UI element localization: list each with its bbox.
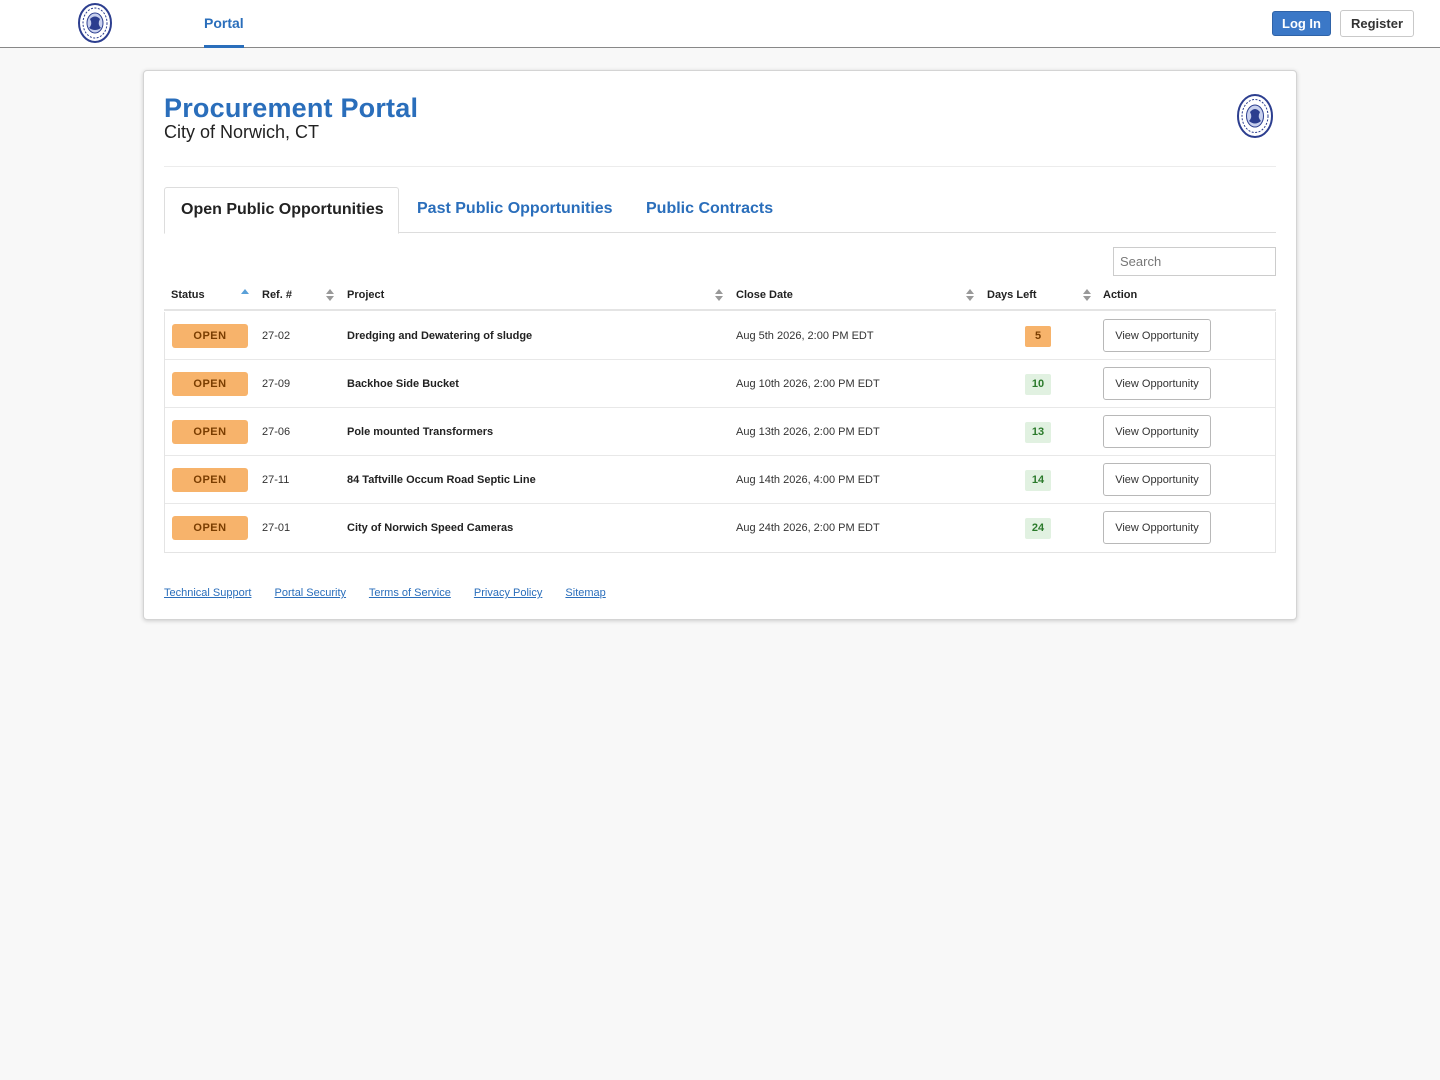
tab-open-opportunities[interactable]: Open Public Opportunities	[164, 187, 399, 234]
status-badge: OPEN	[172, 468, 248, 492]
close-date-cell: Aug 13th 2026, 2:00 PM EDT	[736, 426, 880, 438]
ref-cell: 27-09	[262, 378, 291, 390]
view-opportunity-button[interactable]: View Opportunity	[1103, 463, 1211, 496]
view-opportunity-button[interactable]: View Opportunity	[1103, 319, 1211, 352]
project-cell: Pole mounted Transformers	[347, 426, 494, 438]
view-opportunity-button[interactable]: View Opportunity	[1103, 415, 1211, 448]
tab-past-opportunities[interactable]: Past Public Opportunities	[417, 187, 613, 233]
close-date-cell: Aug 14th 2026, 4:00 PM EDT	[736, 474, 880, 486]
sort-icon[interactable]	[1083, 289, 1091, 303]
table-row: OPEN 27-02 Dredging and Dewatering of sl…	[165, 312, 1275, 360]
footer-link-terms-of-service[interactable]: Terms of Service	[369, 587, 451, 599]
days-left-badge: 5	[1025, 326, 1051, 347]
sort-icon[interactable]	[966, 289, 974, 303]
status-badge: OPEN	[172, 324, 248, 348]
footer-link-privacy-policy[interactable]: Privacy Policy	[474, 587, 542, 599]
header-divider	[164, 166, 1276, 167]
opportunities-table: OPEN 27-02 Dredging and Dewatering of sl…	[164, 312, 1276, 553]
table-header: Status Ref. # Project Close Date Days Le…	[164, 281, 1276, 311]
column-header-close-date[interactable]: Close Date	[736, 281, 793, 311]
tab-bar: Open Public Opportunities Past Public Op…	[164, 187, 1276, 234]
page-title: Procurement Portal	[164, 93, 419, 123]
sort-icon[interactable]	[326, 289, 334, 303]
sort-icon[interactable]	[715, 289, 723, 303]
days-left-badge: 14	[1025, 470, 1051, 491]
days-left-badge: 10	[1025, 374, 1051, 395]
days-left-badge: 13	[1025, 422, 1051, 443]
column-header-ref[interactable]: Ref. #	[262, 281, 292, 311]
project-cell: Dredging and Dewatering of sludge	[347, 330, 533, 342]
column-header-days-left[interactable]: Days Left	[987, 281, 1037, 311]
ref-cell: 27-01	[262, 522, 291, 534]
table-row: OPEN 27-09 Backhoe Side Bucket Aug 10th …	[165, 360, 1275, 408]
column-header-project[interactable]: Project	[347, 281, 384, 311]
sort-ascending-icon[interactable]	[241, 289, 249, 303]
search-input[interactable]	[1113, 247, 1276, 276]
days-left-badge: 24	[1025, 518, 1051, 539]
ref-cell: 27-11	[262, 474, 290, 486]
footer-link-portal-security[interactable]: Portal Security	[275, 587, 347, 599]
tab-public-contracts[interactable]: Public Contracts	[646, 187, 773, 233]
view-opportunity-button[interactable]: View Opportunity	[1103, 367, 1211, 400]
close-date-cell: Aug 24th 2026, 2:00 PM EDT	[736, 522, 880, 534]
ref-cell: 27-06	[262, 426, 291, 438]
nav-portal-link[interactable]: Portal	[204, 0, 244, 48]
main-card: Procurement Portal City of Norwich, CT O…	[143, 70, 1297, 620]
close-date-cell: Aug 5th 2026, 2:00 PM EDT	[736, 330, 874, 342]
view-opportunity-button[interactable]: View Opportunity	[1103, 511, 1211, 544]
status-badge: OPEN	[172, 516, 248, 540]
table-row: OPEN 27-01 City of Norwich Speed Cameras…	[165, 504, 1275, 552]
status-badge: OPEN	[172, 420, 248, 444]
login-button[interactable]: Log In	[1272, 11, 1331, 36]
column-header-action: Action	[1103, 289, 1138, 301]
status-badge: OPEN	[172, 372, 248, 396]
city-seal-icon	[1237, 94, 1273, 138]
footer-links: Technical Support Portal Security Terms …	[164, 587, 626, 599]
project-cell: Backhoe Side Bucket	[347, 378, 459, 390]
top-nav: Portal Log In Register	[0, 0, 1440, 48]
project-cell: City of Norwich Speed Cameras	[347, 522, 514, 534]
table-row: OPEN 27-11 84 Taftville Occum Road Septi…	[165, 456, 1275, 504]
register-button[interactable]: Register	[1340, 10, 1414, 37]
column-header-status[interactable]: Status	[171, 281, 205, 311]
ref-cell: 27-02	[262, 330, 291, 342]
table-row: OPEN 27-06 Pole mounted Transformers Aug…	[165, 408, 1275, 456]
footer-link-technical-support[interactable]: Technical Support	[164, 587, 251, 599]
city-seal-icon[interactable]	[77, 2, 113, 44]
project-cell: 84 Taftville Occum Road Septic Line	[347, 474, 536, 486]
footer-link-sitemap[interactable]: Sitemap	[565, 587, 605, 599]
close-date-cell: Aug 10th 2026, 2:00 PM EDT	[736, 378, 880, 390]
page-subtitle: City of Norwich, CT	[164, 122, 320, 142]
